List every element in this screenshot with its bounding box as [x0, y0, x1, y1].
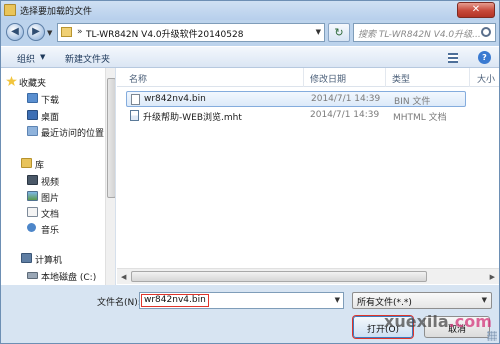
change-view-button[interactable]	[443, 50, 465, 65]
search-placeholder: 搜索 TL-WR842N V4.0升级...	[358, 30, 481, 40]
sidebar-item-label: 最近访问的位置	[41, 129, 105, 139]
folder-icon	[61, 27, 72, 37]
filetype-select[interactable]: 所有文件(*.*) ▼	[352, 292, 492, 309]
address-field[interactable]: » TL-WR842N V4.0升级软件20140528 ▼	[57, 23, 325, 42]
computer-icon	[21, 253, 32, 263]
scroll-right-arrow[interactable]: ▶	[490, 273, 495, 281]
sidebar-item-label: 音乐	[41, 226, 60, 236]
search-input[interactable]: 搜索 TL-WR842N V4.0升级...	[353, 23, 496, 42]
sidebar-item-computer[interactable]: 计算机	[21, 253, 63, 266]
pictures-icon	[27, 191, 38, 201]
sidebar-item-label: 库	[35, 161, 45, 171]
video-icon	[27, 175, 38, 185]
search-icon	[481, 27, 491, 37]
file-type: MHTML 文档	[393, 113, 447, 123]
sidebar-item-libraries[interactable]: 库	[21, 158, 45, 171]
file-open-dialog: 选择要加载的文件 ✕ ◀ ▶ ▼ » TL-WR842N V4.0升级软件201…	[0, 0, 500, 344]
folder-icon	[4, 4, 16, 16]
sidebar-item-desktop[interactable]: 桌面	[27, 110, 60, 123]
file-list: 名称 修改日期 类型 大小 wr842nv4.bin 2014/7/1 14:3…	[117, 68, 499, 285]
download-folder-icon	[27, 93, 38, 103]
sidebar-item-label: 计算机	[35, 256, 63, 266]
scrollbar-thumb[interactable]	[131, 271, 427, 282]
refresh-button[interactable]: ↻	[328, 23, 350, 42]
column-divider[interactable]	[385, 68, 386, 87]
help-icon[interactable]: ?	[478, 51, 491, 64]
music-icon	[27, 223, 36, 232]
sidebar-item-label: 视频	[41, 178, 60, 188]
filename-label: 文件名(N):	[97, 298, 141, 308]
sidebar-item-label: 桌面	[41, 113, 60, 123]
navigation-pane: 收藏夹 下载 桌面 最近访问的位置 库 视频 图片 文档 音乐 计算机 本地磁盘…	[1, 68, 116, 285]
filetype-value: 所有文件(*.*)	[357, 298, 412, 308]
chevron-down-icon[interactable]: ▼	[40, 53, 45, 61]
forward-button[interactable]: ▶	[27, 23, 45, 41]
file-type: BIN 文件	[394, 97, 431, 107]
column-header-size[interactable]: 大小	[477, 72, 495, 85]
file-row[interactable]: 升级帮助-WEB浏览.mht 2014/7/1 14:39 MHTML 文档	[126, 108, 466, 124]
column-header-name[interactable]: 名称	[129, 72, 147, 85]
view-icon	[448, 53, 458, 63]
sidebar-item-music[interactable]: 音乐	[27, 223, 60, 236]
filename-field[interactable]: wr842nv4.bin ▼	[139, 292, 344, 309]
organize-button[interactable]: 组织	[17, 52, 35, 65]
watermark-suffix: .com	[448, 312, 492, 331]
sidebar-item-favorites[interactable]: 收藏夹	[6, 76, 47, 89]
navigation-scrollbar[interactable]	[105, 68, 115, 285]
title-bar: 选择要加载的文件 ✕	[1, 1, 499, 20]
file-row[interactable]: wr842nv4.bin 2014/7/1 14:39 BIN 文件	[126, 91, 466, 107]
file-name: wr842nv4.bin	[144, 94, 206, 104]
sidebar-item-label: 文档	[41, 210, 60, 220]
sidebar-item-downloads[interactable]: 下载	[27, 93, 60, 106]
horizontal-scrollbar[interactable]: ◀ ▶	[117, 268, 499, 284]
chevron-down-icon[interactable]: ▼	[316, 28, 321, 36]
breadcrumb-path[interactable]: TL-WR842N V4.0升级软件20140528	[86, 27, 243, 40]
sidebar-item-pictures[interactable]: 图片	[27, 191, 60, 204]
bin-file-icon	[131, 94, 140, 105]
resize-grip[interactable]	[487, 331, 497, 341]
sidebar-item-local-disk[interactable]: 本地磁盘 (C:)	[27, 270, 97, 283]
scrollbar-thumb[interactable]	[107, 78, 115, 198]
sidebar-item-documents[interactable]: 文档	[27, 207, 60, 220]
mht-file-icon	[130, 110, 139, 121]
file-date: 2014/7/1 14:39	[310, 110, 380, 120]
column-divider[interactable]	[469, 68, 470, 87]
library-icon	[21, 158, 32, 168]
watermark-text: xuexila	[384, 312, 449, 331]
desktop-icon	[27, 110, 38, 120]
new-folder-button[interactable]: 新建文件夹	[65, 52, 110, 65]
watermark: xuexila.com	[384, 312, 492, 331]
column-headers: 名称 修改日期 类型 大小	[117, 68, 499, 87]
drive-icon	[27, 272, 38, 279]
chevron-down-icon[interactable]: ▼	[482, 296, 487, 304]
column-header-date[interactable]: 修改日期	[310, 72, 346, 85]
back-button[interactable]: ◀	[6, 23, 24, 41]
sidebar-item-label: 本地磁盘 (C:)	[41, 273, 97, 283]
close-button[interactable]: ✕	[457, 2, 495, 18]
chevron-down-icon[interactable]: ▼	[335, 296, 340, 304]
recent-places-icon	[27, 126, 38, 136]
browser-area: 收藏夹 下载 桌面 最近访问的位置 库 视频 图片 文档 音乐 计算机 本地磁盘…	[1, 68, 499, 285]
column-header-type[interactable]: 类型	[392, 72, 410, 85]
sidebar-item-label: 收藏夹	[19, 79, 47, 89]
sidebar-item-recent-places[interactable]: 最近访问的位置	[27, 126, 105, 139]
column-divider[interactable]	[303, 68, 304, 87]
command-toolbar: 组织 ▼ 新建文件夹 ?	[1, 46, 499, 68]
sidebar-item-videos[interactable]: 视频	[27, 175, 60, 188]
file-date: 2014/7/1 14:39	[311, 94, 381, 104]
documents-icon	[27, 207, 38, 217]
sidebar-item-label: 图片	[41, 194, 60, 204]
filename-value[interactable]: wr842nv4.bin	[141, 294, 209, 307]
scroll-left-arrow[interactable]: ◀	[121, 273, 126, 281]
window-title: 选择要加载的文件	[20, 7, 93, 17]
star-icon	[6, 76, 17, 86]
file-name: 升级帮助-WEB浏览.mht	[143, 113, 242, 123]
recent-locations-dropdown[interactable]: ▼	[47, 29, 52, 37]
breadcrumb-separator: »	[77, 27, 83, 37]
address-bar: ◀ ▶ ▼ » TL-WR842N V4.0升级软件20140528 ▼ ↻ 搜…	[1, 20, 499, 46]
sidebar-item-label: 下载	[41, 96, 60, 106]
